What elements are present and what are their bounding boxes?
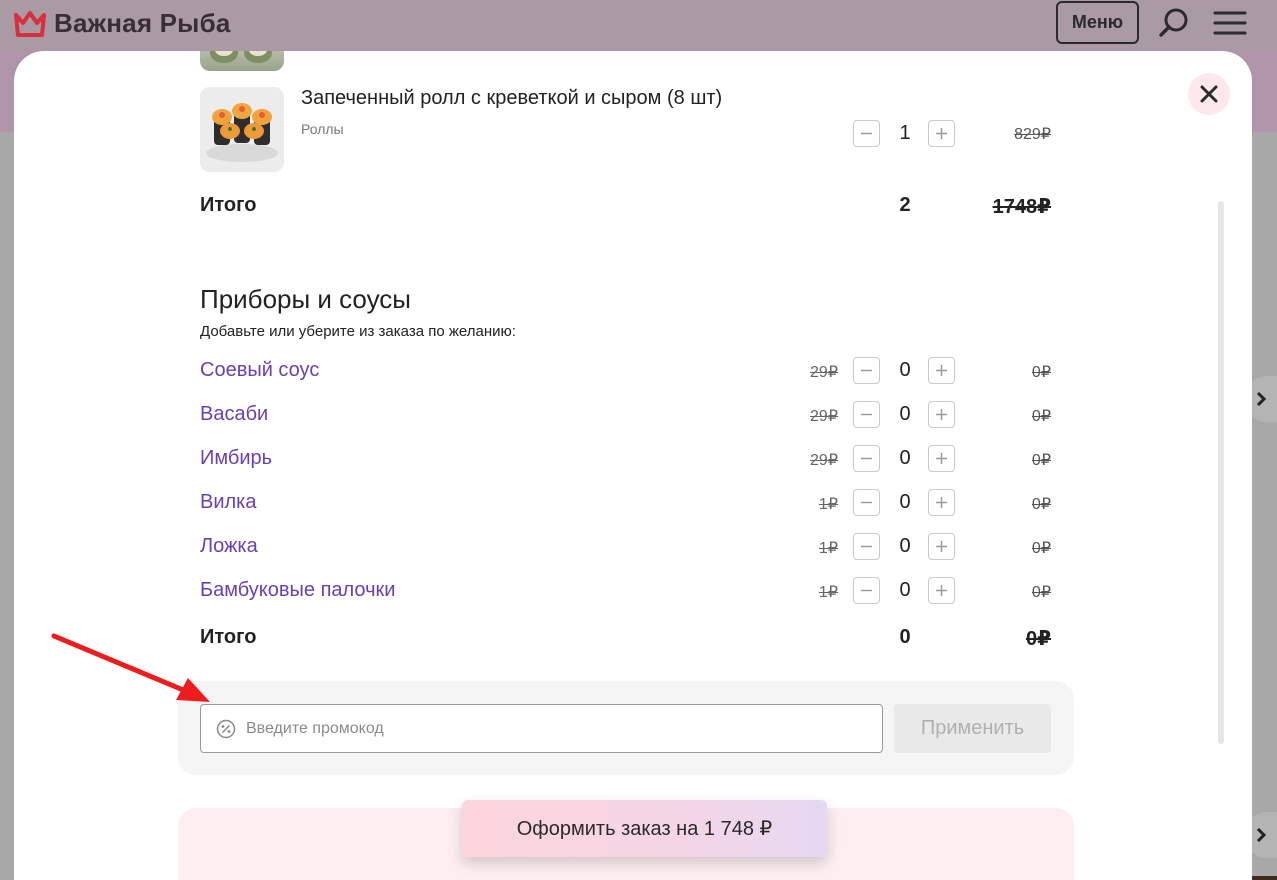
extra-item-sum: 0₽ [1031,452,1051,469]
extra-item-unit-price: 29₽ [810,408,838,425]
minus-icon [861,132,872,135]
cart-total-label: Итого [200,194,257,216]
crown-icon [14,10,46,37]
extra-item-quantity: 0 [899,403,911,425]
extra-item-sum: 0₽ [1031,408,1051,425]
chevron-right-icon [1256,827,1267,843]
plus-icon [936,365,947,376]
minus-icon [861,369,872,372]
percent-icon [216,719,236,738]
extra-item-sum: 0₽ [1031,584,1051,601]
extra-item-quantity: 0 [899,579,911,601]
decrease-quantity-button[interactable] [853,489,880,516]
decrease-quantity-button[interactable] [853,577,880,604]
increase-quantity-button[interactable] [928,533,955,560]
extra-item-quantity: 0 [899,535,911,557]
cart-item: Запеченный ролл с креветкой и сыром (8 ш… [200,87,1052,173]
extra-item-unit-price: 29₽ [810,364,838,381]
close-button[interactable] [1188,73,1230,115]
minus-icon [861,501,872,504]
extras-subtitle: Добавьте или уберите из заказа по желани… [200,323,516,340]
close-icon [1200,85,1218,103]
menu-button[interactable]: Меню [1056,1,1139,44]
extra-item-quantity: 0 [899,359,911,381]
product-image [200,51,284,71]
extra-item-quantity: 0 [899,447,911,469]
extra-item-sum: 0₽ [1031,496,1051,513]
cart-modal: Запеченный ролл с креветкой и сыром (8 ш… [14,51,1252,880]
plus-icon [936,409,947,420]
cart-total-sum: 1748₽ [992,196,1051,218]
minus-icon [861,589,872,592]
plus-icon [936,585,947,596]
decrease-quantity-button[interactable] [853,401,880,428]
extra-item-unit-price: 1₽ [818,496,838,513]
decrease-quantity-button[interactable] [853,445,880,472]
minus-icon [861,413,872,416]
decrease-quantity-button[interactable] [853,120,880,147]
extra-item-name: Вилка [200,491,257,513]
plus-icon [936,453,947,464]
product-price: 829₽ [1014,126,1051,143]
brand-name: Важная Рыба [54,8,231,38]
increase-quantity-button[interactable] [928,489,955,516]
increase-quantity-button[interactable] [928,120,955,147]
plus-icon [936,497,947,508]
hamburger-icon[interactable] [1213,8,1247,38]
extra-item-name: Соевый соус [200,359,320,381]
extra-item-name: Васаби [200,403,269,425]
extra-item-name: Ложка [200,535,258,557]
promo-field[interactable] [200,704,883,753]
brand-logo[interactable]: Важная Рыба [14,8,231,39]
annotation-arrow-icon [51,633,210,702]
promo-input[interactable] [246,719,866,738]
promo-section: Применить [178,681,1074,775]
product-category: Роллы [301,121,344,137]
extra-item-unit-price: 1₽ [818,540,838,557]
extra-item-name: Имбирь [200,447,273,469]
extra-item-quantity: 0 [899,491,911,513]
increase-quantity-button[interactable] [928,357,955,384]
extras-total-sum: 0₽ [1025,628,1051,650]
search-icon[interactable] [1157,6,1191,40]
cart-total-quantity: 2 [899,194,911,216]
extra-item-name: Бамбуковые палочки [200,579,396,601]
increase-quantity-button[interactable] [928,577,955,604]
product-quantity: 1 [899,122,911,144]
extra-item-sum: 0₽ [1031,364,1051,381]
plus-icon [936,128,947,139]
plus-icon [936,541,947,552]
increase-quantity-button[interactable] [928,445,955,472]
minus-icon [861,545,872,548]
scrollbar[interactable] [1218,201,1224,744]
chevron-right-icon [1256,391,1267,407]
checkout-button[interactable]: Оформить заказ на 1 748 ₽ [462,800,827,857]
decrease-quantity-button[interactable] [853,357,880,384]
product-image [200,87,284,172]
extra-item-unit-price: 29₽ [810,452,838,469]
decrease-quantity-button[interactable] [853,533,880,560]
minus-icon [861,457,872,460]
extras-total-quantity: 0 [899,626,911,648]
extra-item-sum: 0₽ [1031,540,1051,557]
extra-item-unit-price: 1₽ [818,584,838,601]
apply-promo-button[interactable]: Применить [894,704,1051,753]
product-name: Запеченный ролл с креветкой и сыром (8 ш… [301,87,723,109]
extras-title: Приборы и соусы [200,284,411,314]
increase-quantity-button[interactable] [928,401,955,428]
